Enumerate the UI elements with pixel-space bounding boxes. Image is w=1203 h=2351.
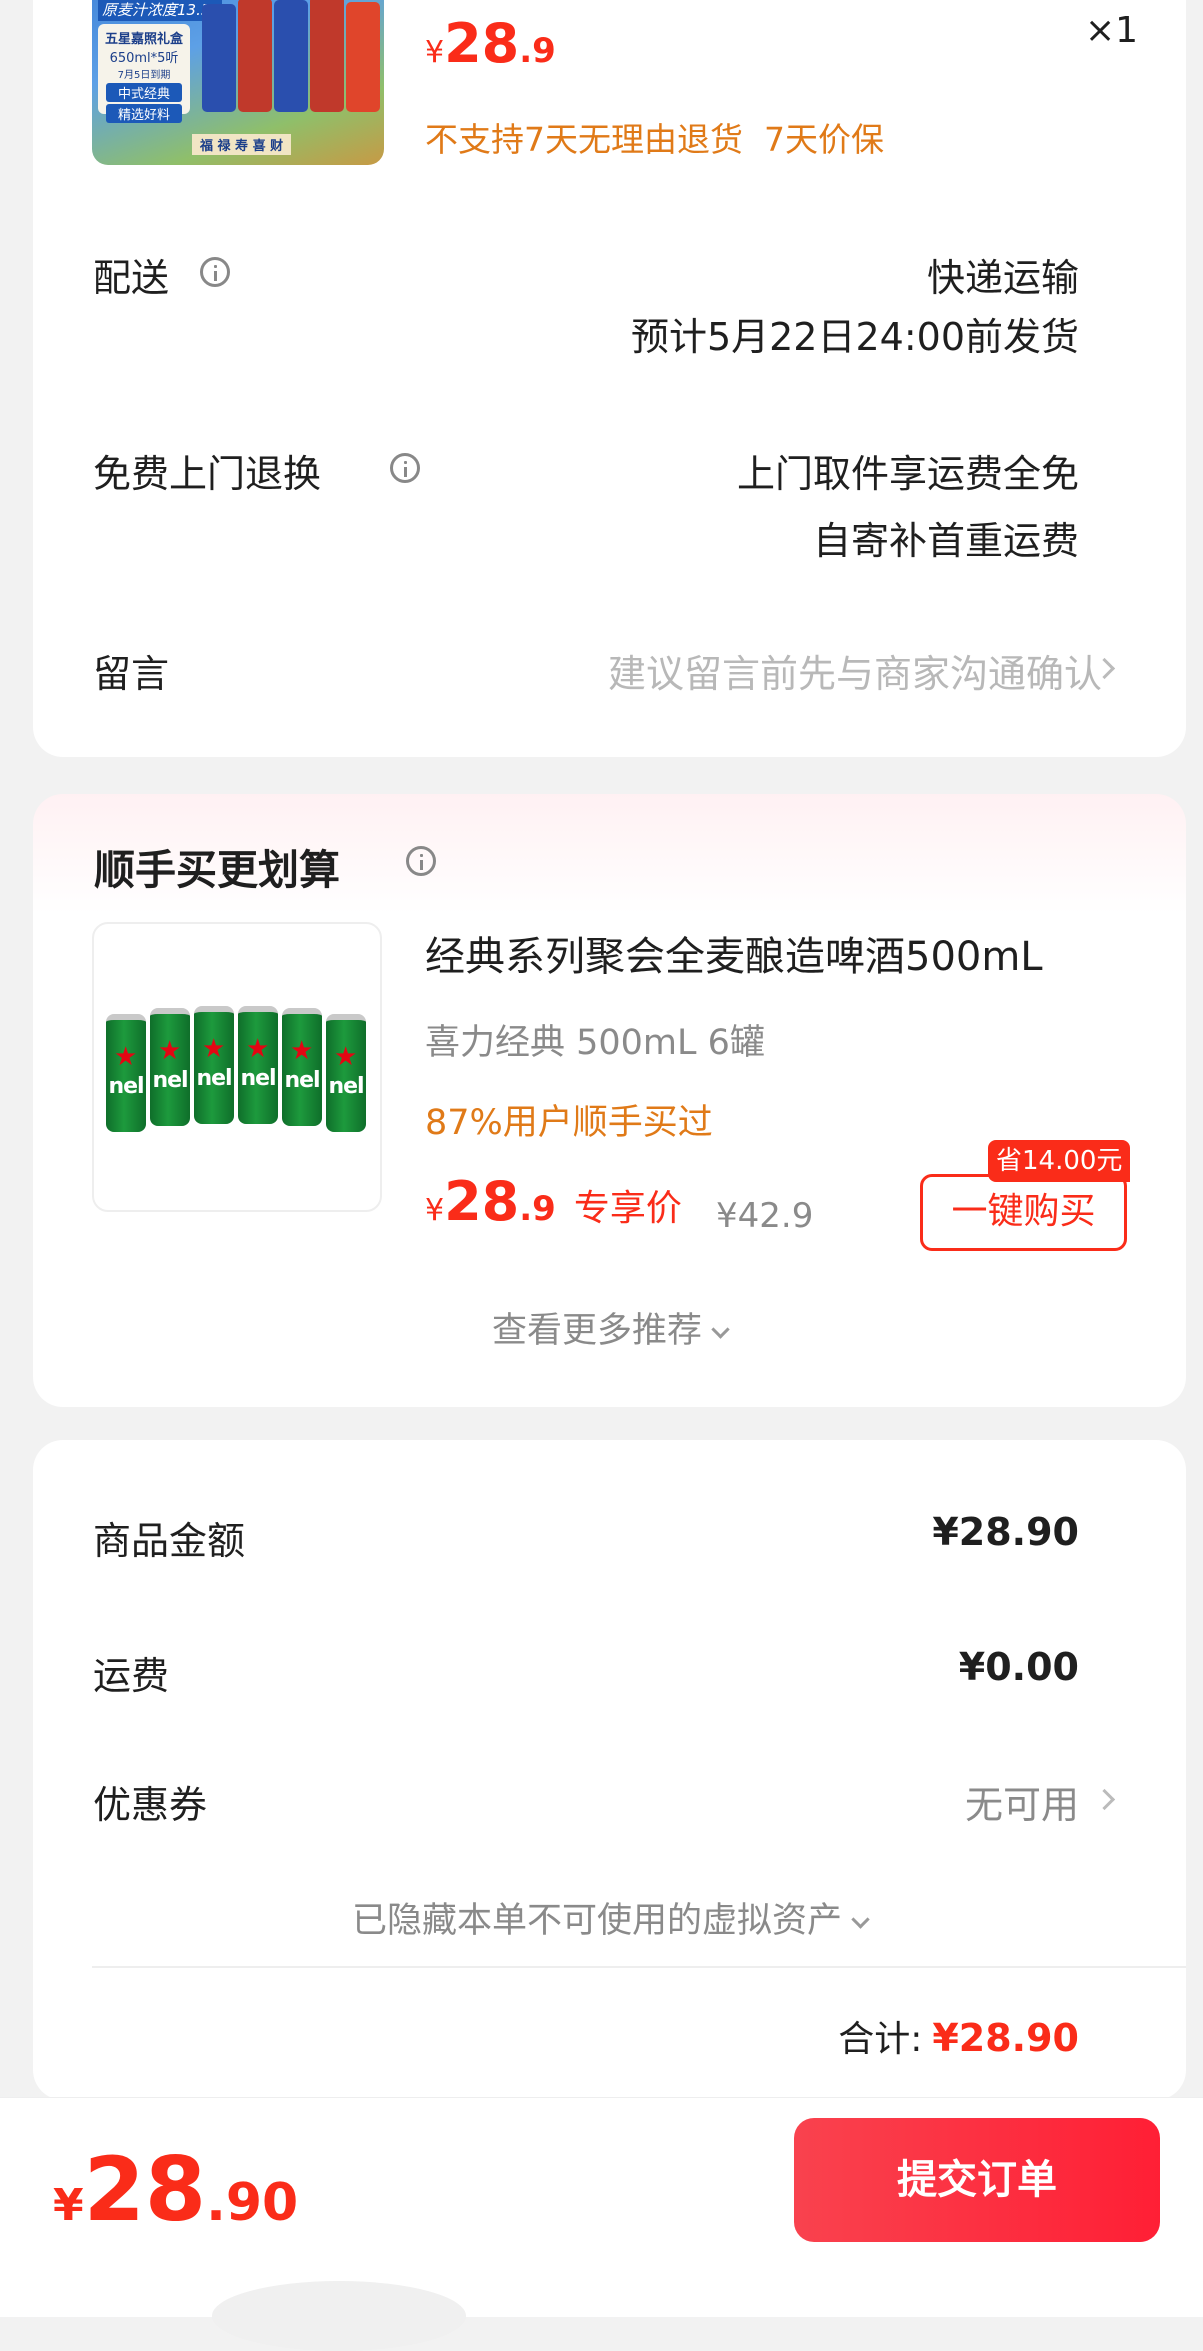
hidden-assets-toggle[interactable]: 已隐藏本单不可使用的虚拟资产 [33, 1892, 1186, 1943]
chevron-down-icon [851, 1910, 870, 1929]
shipping-value: ¥0.00 [958, 1645, 1079, 1689]
delivery-eta: 预计5月22日24:00前发货 [630, 315, 1079, 359]
summary-card: 商品金额 ¥28.90 运费 ¥0.00 优惠券 无可用 已隐藏本单不可使用的虚… [33, 1440, 1186, 2100]
home-indicator [212, 2281, 466, 2351]
delivery-label: 配送 [93, 256, 170, 300]
message-input[interactable]: 建议留言前先与商家沟通确认 [608, 643, 1102, 698]
thumb-cans [202, 0, 382, 116]
total-row: 合计: ¥28.90 [838, 2016, 1079, 2060]
returns-label: 免费上门退换 [93, 452, 322, 496]
footer-total-price: ¥28.90 [53, 2138, 299, 2241]
addon-product-spec: 喜力经典 500mL 6罐 [425, 1023, 765, 1063]
addon-social-proof: 87%用户顺手买过 [425, 1103, 713, 1143]
one-click-buy-button[interactable]: 一键购买 [920, 1174, 1127, 1251]
coupon-label: 优惠券 [93, 1783, 208, 1827]
delivery-method: 快递运输 [926, 256, 1079, 300]
addon-product-image[interactable]: ★ nel ★ nel ★ nel ★ nel ★ nel ★ nel [92, 922, 382, 1212]
goods-amount-value: ¥28.90 [932, 1510, 1079, 1554]
addon-original-price: ¥42.9 [716, 1196, 814, 1236]
addon-card: 顺手买更划算 ★ nel ★ nel ★ nel ★ nel ★ nel ★ nel 经典系… [33, 794, 1186, 1407]
save-badge: 省14.00元 [988, 1140, 1131, 1182]
summary-divider [92, 1966, 1186, 1968]
goods-amount-label: 商品金额 [93, 1519, 246, 1563]
service-tags: 不支持7天无理由退货 7天价保 [425, 120, 884, 159]
chevron-down-icon [711, 1320, 730, 1339]
delivery-info-icon[interactable] [200, 257, 230, 287]
returns-info-icon[interactable] [390, 453, 420, 483]
coupon-chevron-icon[interactable] [1093, 1788, 1116, 1811]
submit-order-button[interactable]: 提交订单 [794, 2118, 1160, 2242]
addon-product-name[interactable]: 经典系列聚会全麦酿造啤酒500mL [425, 924, 1043, 982]
product-quantity: ×1 [1085, 10, 1139, 51]
addon-price: ¥28.9 专享价 [425, 1170, 682, 1233]
addon-title: 顺手买更划算 [94, 846, 340, 894]
returns-line1: 上门取件享运费全免 [736, 452, 1079, 496]
bottom-bar: ¥28.90 提交订单 [0, 2097, 1203, 2351]
thumb-info-box: 五星嘉照礼盒 650ml*5听 7月5日到期 中式经典 精选好料 [98, 24, 190, 123]
message-label: 留言 [93, 652, 170, 696]
thumb-blessing: 福 禄 寿 喜 财 [192, 134, 292, 155]
order-item-card: 原麦汁浓度13.5° 五星嘉照礼盒 650ml*5听 7月5日到期 中式经典 精… [33, 0, 1186, 757]
coupon-value[interactable]: 无可用 [965, 1774, 1079, 1829]
returns-line2: 自寄补首重运费 [812, 519, 1079, 563]
addon-info-icon[interactable] [406, 846, 436, 876]
shipping-label: 运费 [93, 1654, 170, 1698]
product-price: ¥28.9 [425, 12, 556, 75]
product-thumbnail[interactable]: 原麦汁浓度13.5° 五星嘉照礼盒 650ml*5听 7月5日到期 中式经典 精… [92, 0, 384, 165]
see-more-recommendations[interactable]: 查看更多推荐 [33, 1302, 1186, 1353]
